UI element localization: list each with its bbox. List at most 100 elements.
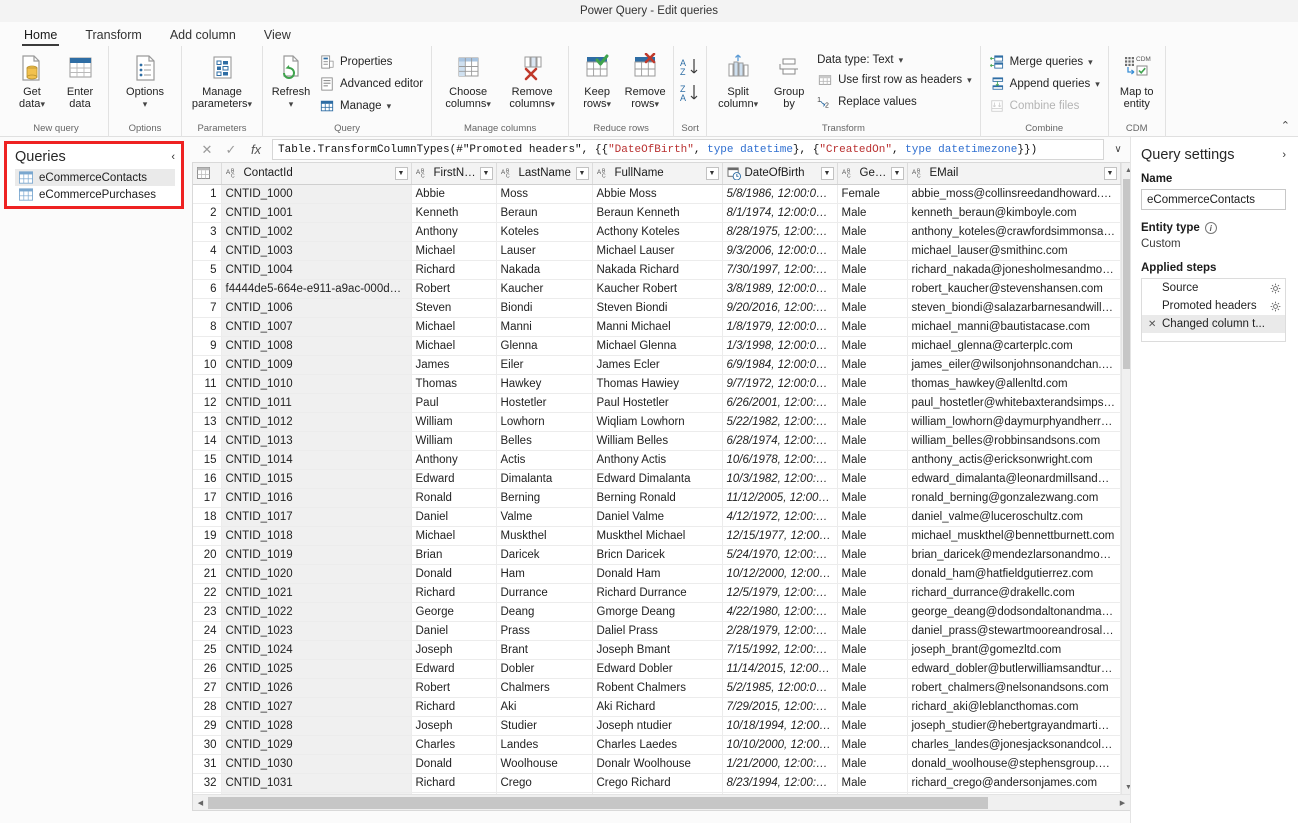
query-item-ecommercecontacts[interactable]: eCommerceContacts (15, 169, 175, 186)
cell-lastname[interactable]: Nakada (496, 260, 593, 280)
vertical-scrollbar[interactable]: ▲ ▼ (1120, 163, 1130, 794)
cell-lastname[interactable]: Studier (496, 716, 593, 736)
info-icon[interactable]: i (1204, 222, 1217, 234)
cell-firstname[interactable]: Steven (411, 298, 497, 318)
cell-lastname[interactable]: Moss (496, 184, 593, 204)
cell-gender[interactable]: Male (837, 412, 908, 432)
tab-add-column[interactable]: Add column (156, 26, 250, 46)
cell-lastname[interactable]: Muskthel (496, 526, 593, 546)
tab-home[interactable]: Home (10, 26, 71, 46)
row-number[interactable]: 4 (193, 241, 222, 261)
table-row[interactable]: 5 CNTID_1004 Richard Nakada Nakada Richard 7/… (193, 260, 1121, 280)
cell-dateofbirth[interactable]: 12/15/1977, 12:00:00 ... (722, 526, 838, 546)
cell-firstname[interactable]: Richard (411, 260, 497, 280)
cell-email[interactable]: steven_biondi@salazarbarnesandwilliams.c… (907, 298, 1121, 318)
cell-email[interactable]: michael_manni@bautistacase.com (907, 317, 1121, 337)
cell-fullname[interactable]: Robent Chalmers (592, 678, 723, 698)
cell-gender[interactable]: Male (837, 697, 908, 717)
append-queries-button[interactable]: Append queries (986, 75, 1103, 93)
remove-rows-button[interactable]: Remove rows (622, 49, 668, 110)
row-number[interactable]: 23 (193, 602, 222, 622)
row-number[interactable]: 19 (193, 526, 222, 546)
row-number[interactable]: 24 (193, 621, 222, 641)
cell-gender[interactable]: Male (837, 203, 908, 223)
cell-dateofbirth[interactable]: 8/1/1974, 12:00:00 AM (722, 203, 838, 223)
cell-dateofbirth[interactable]: 10/10/2000, 12:00:00 ... (722, 735, 838, 755)
row-number[interactable]: 31 (193, 754, 222, 774)
table-row[interactable]: 22 CNTID_1021 Richard Durrance Richard Durra… (193, 583, 1121, 603)
cell-dateofbirth[interactable]: 2/28/1979, 12:00:00 AM (722, 621, 838, 641)
cell-fullname[interactable]: Richard Durrance (592, 583, 723, 603)
cell-contactid[interactable]: CNTID_1007 (221, 317, 412, 337)
cell-fullname[interactable]: Acthony Koteles (592, 222, 723, 242)
collapse-ribbon-button[interactable]: ⌃ (1281, 119, 1290, 132)
row-number[interactable]: 9 (193, 336, 222, 356)
cell-fullname[interactable]: Daliel Prass (592, 621, 723, 641)
cell-lastname[interactable]: Brant (496, 640, 593, 660)
row-number[interactable]: 10 (193, 355, 222, 375)
cell-gender[interactable]: Male (837, 735, 908, 755)
cell-fullname[interactable]: Nakada Richard (592, 260, 723, 280)
remove-columns-button[interactable]: Remove columns (501, 49, 563, 110)
cell-email[interactable]: joseph_brant@gomezltd.com (907, 640, 1121, 660)
cell-contactid[interactable]: CNTID_1031 (221, 773, 412, 793)
cell-lastname[interactable]: Dobler (496, 659, 593, 679)
cell-contactid[interactable]: CNTID_1026 (221, 678, 412, 698)
refresh-button[interactable]: Refresh (268, 49, 314, 110)
cell-fullname[interactable]: William Belles (592, 431, 723, 451)
column-header-dateofbirth[interactable]: DateOfBirth ▼ (722, 163, 838, 185)
horizontal-scrollbar[interactable]: ◀ ▶ (193, 794, 1130, 810)
cell-email[interactable]: michael_muskthel@bennettburnett.com (907, 526, 1121, 546)
cell-gender[interactable]: Male (837, 260, 908, 280)
cell-gender[interactable]: Male (837, 393, 908, 413)
column-filter-button[interactable]: ▼ (479, 166, 493, 180)
cell-fullname[interactable]: Edward Dobler (592, 659, 723, 679)
cell-gender[interactable]: Male (837, 602, 908, 622)
cell-contactid[interactable]: CNTID_1016 (221, 488, 412, 508)
cell-fullname[interactable]: Wiqliam Lowhorn (592, 412, 723, 432)
cell-email[interactable]: daniel_prass@stewartmooreandrosales.com (907, 621, 1121, 641)
cell-dateofbirth[interactable]: 5/2/1985, 12:00:00 AM (722, 678, 838, 698)
cell-firstname[interactable]: Brian (411, 545, 497, 565)
cell-contactid[interactable]: CNTID_1015 (221, 469, 412, 489)
cell-email[interactable]: thomas_hawkey@allenltd.com (907, 374, 1121, 394)
enter-data-button[interactable]: Enter data (57, 49, 103, 110)
cell-fullname[interactable]: Donalr Woolhouse (592, 754, 723, 774)
cell-email[interactable]: james_eiler@wilsonjohnsonandchan.com (907, 355, 1121, 375)
advanced-editor-button[interactable]: Advanced editor (316, 75, 426, 93)
cell-lastname[interactable]: Woolhouse (496, 754, 593, 774)
cell-gender[interactable]: Male (837, 678, 908, 698)
cell-contactid[interactable]: CNTID_1010 (221, 374, 412, 394)
scroll-left-arrow-icon[interactable]: ◀ (193, 799, 208, 807)
cell-gender[interactable]: Male (837, 640, 908, 660)
cell-contactid[interactable]: CNTID_1003 (221, 241, 412, 261)
cell-dateofbirth[interactable]: 9/3/2006, 12:00:00 AM (722, 241, 838, 261)
cell-gender[interactable]: Male (837, 431, 908, 451)
cell-fullname[interactable]: Anthony Actis (592, 450, 723, 470)
cell-fullname[interactable]: Berning Ronald (592, 488, 723, 508)
cell-email[interactable]: michael_glenna@carterplc.com (907, 336, 1121, 356)
cell-firstname[interactable]: Donald (411, 754, 497, 774)
cell-contactid[interactable]: CNTID_1024 (221, 640, 412, 660)
cell-fullname[interactable]: Michael Glenna (592, 336, 723, 356)
cell-firstname[interactable]: Richard (411, 697, 497, 717)
cell-fullname[interactable]: Steven Biondi (592, 298, 723, 318)
cell-email[interactable]: richard_aki@leblancthomas.com (907, 697, 1121, 717)
row-number[interactable]: 22 (193, 583, 222, 603)
cell-firstname[interactable]: Edward (411, 659, 497, 679)
cell-dateofbirth[interactable]: 5/22/1982, 12:00:00 AM (722, 412, 838, 432)
gear-icon[interactable] (1270, 301, 1281, 312)
cell-fullname[interactable]: Edward Dimalanta (592, 469, 723, 489)
cell-email[interactable]: paul_hostetler@whitebaxterandsimpson.com (907, 393, 1121, 413)
choose-columns-button[interactable]: Choose columns (437, 49, 499, 110)
cell-lastname[interactable]: Manni (496, 317, 593, 337)
cell-email[interactable]: richard_crego@andersonjames.com (907, 773, 1121, 793)
cell-gender[interactable]: Male (837, 317, 908, 337)
cell-contactid[interactable]: CNTID_1029 (221, 735, 412, 755)
cell-firstname[interactable]: Donald (411, 564, 497, 584)
table-row[interactable]: 15 CNTID_1014 Anthony Actis Anthony Actis 10/… (193, 450, 1121, 470)
cell-fullname[interactable]: Paul Hostetler (592, 393, 723, 413)
cell-firstname[interactable]: Anthony (411, 450, 497, 470)
column-header-contactid[interactable]: A B C ContactId ▼ (221, 163, 412, 185)
cell-contactid[interactable]: CNTID_1018 (221, 526, 412, 546)
